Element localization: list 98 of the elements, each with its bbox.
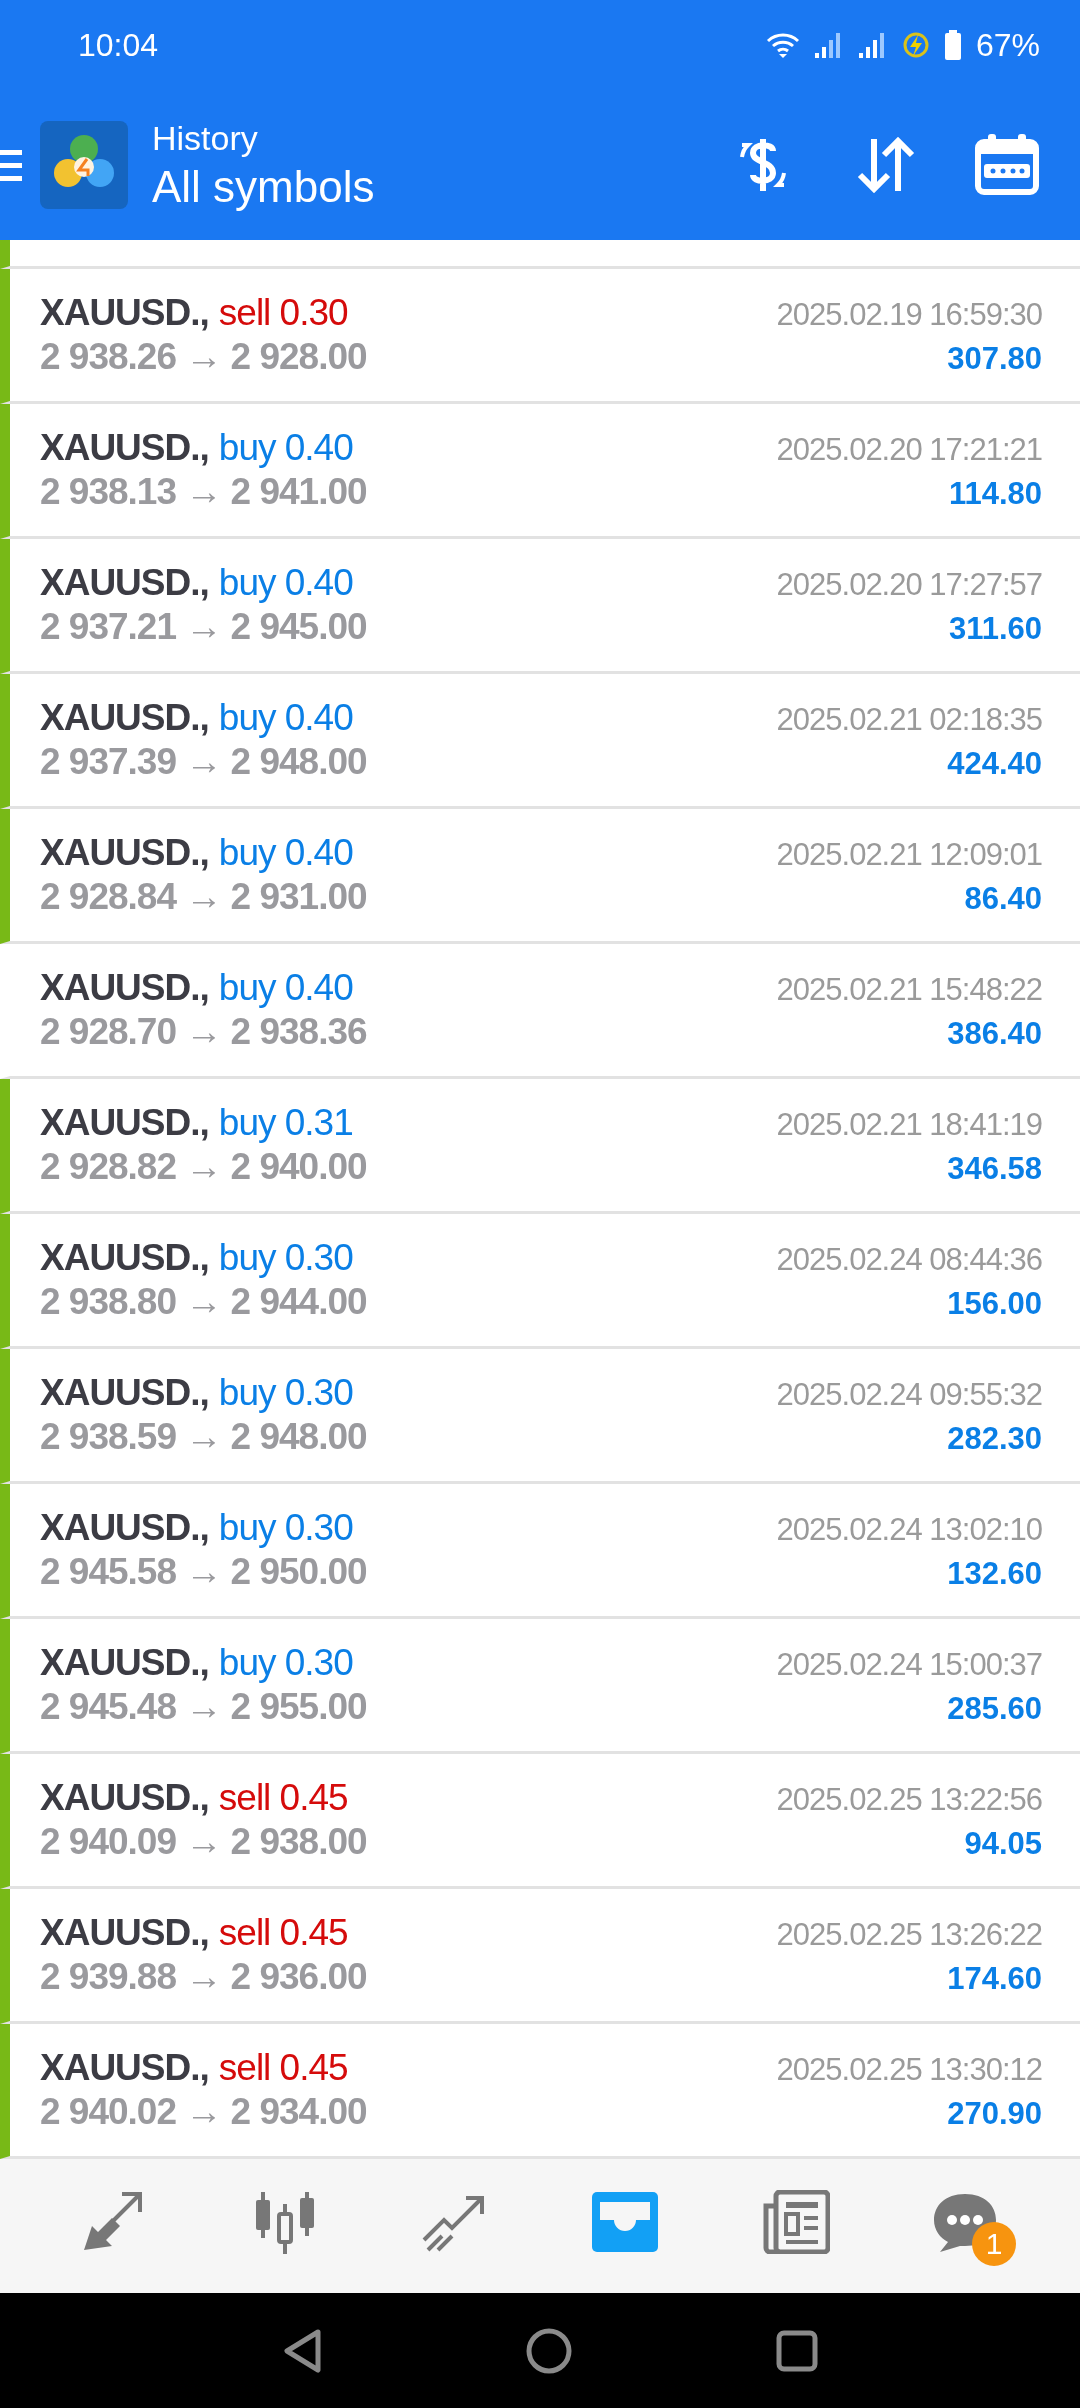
deal-row[interactable]: XAUUSD., buy 0.30 2025.02.24 15:00:37 2 945.48 → 2 955.00 285.60 <box>0 1619 1080 1754</box>
deal-prices: 2 937.21 → 2 945.00 <box>40 606 367 648</box>
battery-level: 67% <box>975 26 1040 64</box>
deal-row[interactable]: XAUUSD., buy 0.30 2025.02.24 08:44:36 2 938.80 → 2 944.00 156.00 <box>0 1214 1080 1349</box>
deal-prices: 2 938.59 → 2 948.00 <box>40 1416 367 1458</box>
deal-symbol: XAUUSD., <box>40 832 209 874</box>
deal-profit: 94.05 <box>964 1826 1042 1862</box>
deal-row[interactable]: XAUUSD., sell 0.30 2025.02.19 16:59:30 2 938.26 → 2 928.00 307.80 <box>0 269 1080 404</box>
deal-row[interactable]: XAUUSD., buy 0.31 2025.02.21 18:41:19 2 928.82 → 2 940.00 346.58 <box>0 1079 1080 1214</box>
deal-time: 2025.02.21 15:48:22 <box>776 972 1042 1008</box>
deal-profit: 386.40 <box>947 1016 1042 1052</box>
deal-type: sell 0.45 <box>218 1777 348 1819</box>
deal-symbol: XAUUSD., <box>40 292 209 334</box>
deal-time: 2025.02.20 17:27:57 <box>776 567 1042 603</box>
deal-prices: 2 938.26 → 2 928.00 <box>40 336 367 378</box>
deal-type: buy 0.30 <box>218 1642 353 1684</box>
home-icon[interactable] <box>526 2328 572 2374</box>
deal-time: 2025.02.21 18:41:19 <box>776 1107 1042 1143</box>
deal-profit: 311.60 <box>948 611 1042 647</box>
deal-symbol: XAUUSD., <box>40 1372 209 1414</box>
deal-symbol: XAUUSD., <box>40 1912 209 1954</box>
calendar-icon[interactable] <box>974 134 1040 196</box>
deal-type: buy 0.31 <box>218 1102 353 1144</box>
deal-type: buy 0.40 <box>218 967 353 1009</box>
deal-symbol: XAUUSD., <box>40 1237 209 1279</box>
deal-profit: 282.30 <box>947 1421 1042 1457</box>
symbol-filter[interactable]: All symbols <box>152 161 375 212</box>
deal-symbol: XAUUSD., <box>40 967 209 1009</box>
deal-prices: 2 928.84 → 2 931.00 <box>40 876 367 918</box>
deal-type: buy 0.40 <box>218 562 353 604</box>
deal-symbol: XAUUSD., <box>40 2047 209 2089</box>
deal-time: 2025.02.24 15:00:37 <box>776 1647 1042 1683</box>
deal-profit: 424.40 <box>947 746 1042 782</box>
deal-type: buy 0.30 <box>218 1507 353 1549</box>
deal-symbol: XAUUSD., <box>40 1642 209 1684</box>
deal-profit: 86.40 <box>964 881 1042 917</box>
deal-profit: 114.80 <box>948 476 1042 512</box>
inbox-icon <box>590 2190 660 2254</box>
deal-prices: 2 938.13 → 2 941.00 <box>40 471 367 513</box>
deal-profit: 156.00 <box>947 1286 1042 1322</box>
deal-type: buy 0.40 <box>218 427 353 469</box>
deal-prices: 2 940.02 → 2 934.00 <box>40 2091 367 2133</box>
deal-row[interactable]: XAUUSD., sell 0.45 2025.02.25 13:22:56 2 940.09 → 2 938.00 94.05 <box>0 1754 1080 1889</box>
deal-profit: 307.80 <box>947 341 1042 377</box>
deal-prices: 2 945.48 → 2 955.00 <box>40 1686 367 1728</box>
deal-profit: 346.58 <box>947 1151 1042 1187</box>
deal-prices: 2 937.39 → 2 948.00 <box>40 741 367 783</box>
deal-type: buy 0.40 <box>218 697 353 739</box>
deal-profit: 285.60 <box>947 1691 1042 1727</box>
wifi-icon <box>765 31 800 59</box>
deal-row[interactable]: XAUUSD., buy 0.40 2025.02.21 12:09:01 2 928.84 → 2 931.00 86.40 <box>0 809 1080 944</box>
deal-time: 2025.02.24 09:55:32 <box>776 1377 1042 1413</box>
deal-time: 2025.02.25 13:30:12 <box>776 2052 1042 2088</box>
deal-type: sell 0.30 <box>218 292 348 334</box>
deal-type: sell 0.45 <box>218 2047 348 2089</box>
deal-row[interactable]: XAUUSD., buy 0.40 2025.02.20 17:27:57 2 937.21 → 2 945.00 311.60 <box>0 539 1080 674</box>
notification-badge: 1 <box>972 2222 1016 2266</box>
deal-symbol: XAUUSD., <box>40 562 209 604</box>
deal-type: buy 0.30 <box>218 1372 353 1414</box>
deal-symbol: XAUUSD., <box>40 1507 209 1549</box>
deal-type: buy 0.40 <box>218 832 353 874</box>
app-logo-icon <box>40 121 128 209</box>
deal-prices: 2 928.82 → 2 940.00 <box>40 1146 367 1188</box>
deal-symbol: XAUUSD., <box>40 697 209 739</box>
deal-row[interactable]: XAUUSD., buy 0.30 2025.02.24 13:02:10 2 945.58 → 2 950.00 132.60 <box>0 1484 1080 1619</box>
deal-time: 2025.02.20 17:21:21 <box>776 432 1042 468</box>
back-icon[interactable] <box>282 2328 322 2374</box>
deal-type: buy 0.30 <box>218 1237 353 1279</box>
deal-time: 2025.02.25 13:26:22 <box>776 1917 1042 1953</box>
deal-profit: 270.90 <box>947 2096 1042 2132</box>
power-saving-icon <box>901 31 930 59</box>
deal-time: 2025.02.19 16:59:30 <box>776 297 1042 333</box>
deal-profit: 174.60 <box>947 1961 1042 1997</box>
status-time: 10:04 <box>78 26 159 64</box>
menu-icon[interactable] <box>0 148 22 182</box>
deal-prices: 2 939.88 → 2 936.00 <box>40 1956 367 1998</box>
deal-time: 2025.02.24 13:02:10 <box>776 1512 1042 1548</box>
deal-time: 2025.02.24 08:44:36 <box>776 1242 1042 1278</box>
deal-prices: 2 928.70 → 2 938.36 <box>40 1011 367 1053</box>
deal-profit: 132.60 <box>947 1556 1042 1592</box>
deal-time: 2025.02.25 13:22:56 <box>776 1782 1042 1818</box>
deal-time: 2025.02.21 12:09:01 <box>776 837 1042 873</box>
deal-symbol: XAUUSD., <box>40 1777 209 1819</box>
deal-symbol: XAUUSD., <box>40 1102 209 1144</box>
deal-row[interactable]: XAUUSD., sell 0.45 2025.02.25 13:26:22 2 939.88 → 2 936.00 174.60 <box>0 1889 1080 2024</box>
deal-time: 2025.02.21 02:18:35 <box>776 702 1042 738</box>
deal-symbol: XAUUSD., <box>40 427 209 469</box>
deal-row[interactable]: XAUUSD., buy 0.40 2025.02.21 15:48:22 2 928.70 → 2 938.36 386.40 <box>0 944 1080 1079</box>
deal-row[interactable]: XAUUSD., buy 0.40 2025.02.20 17:21:21 2 938.13 → 2 941.00 114.80 <box>0 404 1080 539</box>
deal-row[interactable]: XAUUSD., buy 0.40 2025.02.21 02:18:35 2 937.39 → 2 948.00 424.40 <box>0 674 1080 809</box>
deal-prices: 2 945.58 → 2 950.00 <box>40 1551 367 1593</box>
deal-prices: 2 938.80 → 2 944.00 <box>40 1281 367 1323</box>
deal-row[interactable]: XAUUSD., buy 0.30 2025.02.24 09:55:32 2 938.59 → 2 948.00 282.30 <box>0 1349 1080 1484</box>
deal-prices: 2 940.09 → 2 938.00 <box>40 1821 367 1863</box>
deal-type: sell 0.45 <box>218 1912 348 1954</box>
recents-icon[interactable] <box>776 2330 818 2372</box>
screen-title: History <box>152 118 259 158</box>
battery-icon <box>943 30 962 60</box>
